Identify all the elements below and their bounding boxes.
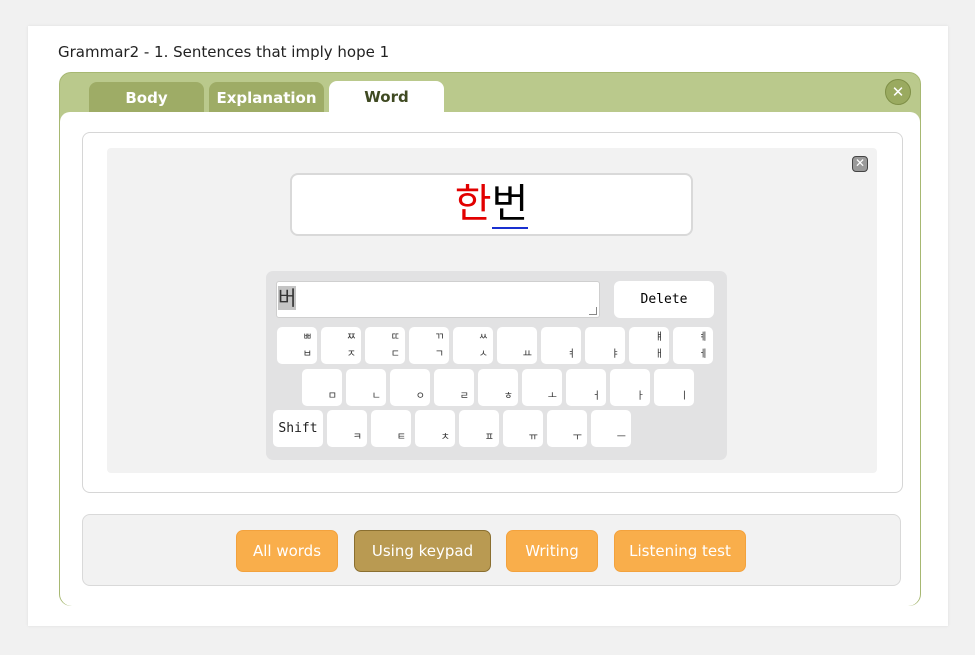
key-char: ㅈ <box>346 349 356 360</box>
key-char: ㄴ <box>371 391 381 402</box>
key-char: ㅁ <box>327 391 337 402</box>
key-char: ㅎ <box>503 391 513 402</box>
key-char: ㅡ <box>616 432 626 443</box>
close-icon[interactable]: ✕ <box>885 79 911 105</box>
keypad-key[interactable]: ㅍ <box>459 410 499 447</box>
key-char: ㅔ <box>698 349 708 360</box>
key-char: ㅊ <box>440 432 450 443</box>
mode-bar: All words Using keypad Writing Listening… <box>82 514 901 586</box>
writing-button[interactable]: Writing <box>506 530 598 572</box>
input-value: 버 <box>278 286 297 310</box>
resize-handle[interactable] <box>589 307 597 315</box>
hangul-keypad: 버 Delete Shift ㅃㅂㅉㅈㄸㄷㄲㄱㅆㅅㅛㅕㅑㅒㅐㅖㅔㅁㄴㅇㄹㅎㅗㅓㅏ… <box>266 271 727 460</box>
word-practice-box: ✕ 한번 버 Delete Shift ㅃㅂㅉㅈㄸㄷㄲㄱㅆㅅㅛㅕㅑㅒㅐㅖㅔㅁㄴㅇ… <box>82 132 903 493</box>
key-char: ㅜ <box>572 432 582 443</box>
keypad-key[interactable]: ㅡ <box>591 410 631 447</box>
key-char: ㄹ <box>459 391 469 402</box>
tab-body[interactable]: Body <box>89 82 204 113</box>
key-shift-char: ㅉ <box>346 332 356 343</box>
keypad-key[interactable]: ㅣ <box>654 369 694 406</box>
key-char: ㅍ <box>484 432 494 443</box>
using-keypad-button[interactable]: Using keypad <box>354 530 491 572</box>
keypad-input[interactable]: 버 <box>276 281 600 318</box>
key-char: ㅛ <box>522 349 532 360</box>
keypad-key[interactable]: ㅖㅔ <box>673 327 713 364</box>
key-char: ㅅ <box>478 349 488 360</box>
current-syllable: 번 <box>491 181 529 229</box>
keypad-key[interactable]: ㅊ <box>415 410 455 447</box>
keypad-key[interactable]: ㅗ <box>522 369 562 406</box>
keypad-key[interactable]: ㅠ <box>503 410 543 447</box>
key-shift-char: ㅆ <box>478 332 488 343</box>
keypad-key[interactable]: ㄸㄷ <box>365 327 405 364</box>
shift-key[interactable]: Shift <box>273 410 323 447</box>
all-words-button[interactable]: All words <box>236 530 338 572</box>
keypad-key[interactable]: ㅋ <box>327 410 367 447</box>
key-char: ㅓ <box>591 391 601 402</box>
key-char: ㅂ <box>302 349 312 360</box>
key-char: ㅐ <box>654 349 664 360</box>
keypad-key[interactable]: ㅒㅐ <box>629 327 669 364</box>
key-char: ㅑ <box>610 349 620 360</box>
key-shift-char: ㄸ <box>390 332 400 343</box>
keypad-key[interactable]: ㄲㄱ <box>409 327 449 364</box>
page-title: Grammar2 - 1. Sentences that imply hope … <box>58 43 390 61</box>
keypad-key[interactable]: ㅑ <box>585 327 625 364</box>
key-char: ㅠ <box>528 432 538 443</box>
tab-explanation[interactable]: Explanation <box>209 82 324 113</box>
keypad-key[interactable]: ㅏ <box>610 369 650 406</box>
key-char: ㅗ <box>547 391 557 402</box>
keypad-key[interactable]: ㅎ <box>478 369 518 406</box>
keypad-key[interactable]: ㅁ <box>302 369 342 406</box>
keypad-key[interactable]: ㅓ <box>566 369 606 406</box>
keypad-key[interactable]: ㅆㅅ <box>453 327 493 364</box>
listening-test-button[interactable]: Listening test <box>614 530 746 572</box>
keypad-key[interactable]: ㅕ <box>541 327 581 364</box>
key-char: ㅕ <box>566 349 576 360</box>
keypad-key[interactable]: ㅃㅂ <box>277 327 317 364</box>
key-char: ㅋ <box>352 432 362 443</box>
keypad-key[interactable]: ㅇ <box>390 369 430 406</box>
key-char: ㅏ <box>635 391 645 402</box>
keypad-key[interactable]: ㄴ <box>346 369 386 406</box>
keypad-key[interactable]: ㅉㅈ <box>321 327 361 364</box>
panel-body: ✕ 한번 버 Delete Shift ㅃㅂㅉㅈㄸㄷㄲㄱㅆㅅㅛㅕㅑㅒㅐㅖㅔㅁㄴㅇ… <box>60 112 920 606</box>
close-icon[interactable]: ✕ <box>852 156 868 172</box>
keypad-key[interactable]: ㅌ <box>371 410 411 447</box>
delete-button[interactable]: Delete <box>614 281 714 318</box>
key-char: ㄷ <box>390 349 400 360</box>
key-shift-char: ㅃ <box>302 332 312 343</box>
key-char: ㅇ <box>415 391 425 402</box>
key-shift-char: ㄲ <box>434 332 444 343</box>
keypad-area: ✕ 한번 버 Delete Shift ㅃㅂㅉㅈㄸㄷㄲㄱㅆㅅㅛㅕㅑㅒㅐㅖㅔㅁㄴㅇ… <box>107 148 877 473</box>
target-word: 한번 <box>290 173 693 236</box>
keypad-key[interactable]: ㄹ <box>434 369 474 406</box>
completed-syllable: 한 <box>454 181 492 227</box>
key-char: ㅌ <box>396 432 406 443</box>
key-shift-char: ㅒ <box>654 332 664 343</box>
word-panel: Body Explanation Word ✕ ✕ 한번 버 Delete Sh… <box>59 72 921 606</box>
tab-word[interactable]: Word <box>329 81 444 113</box>
key-shift-char: ㅖ <box>698 332 708 343</box>
lesson-card: Grammar2 - 1. Sentences that imply hope … <box>28 26 948 626</box>
keypad-key[interactable]: ㅜ <box>547 410 587 447</box>
keypad-key[interactable]: ㅛ <box>497 327 537 364</box>
key-char: ㅣ <box>679 391 689 402</box>
key-char: ㄱ <box>434 349 444 360</box>
